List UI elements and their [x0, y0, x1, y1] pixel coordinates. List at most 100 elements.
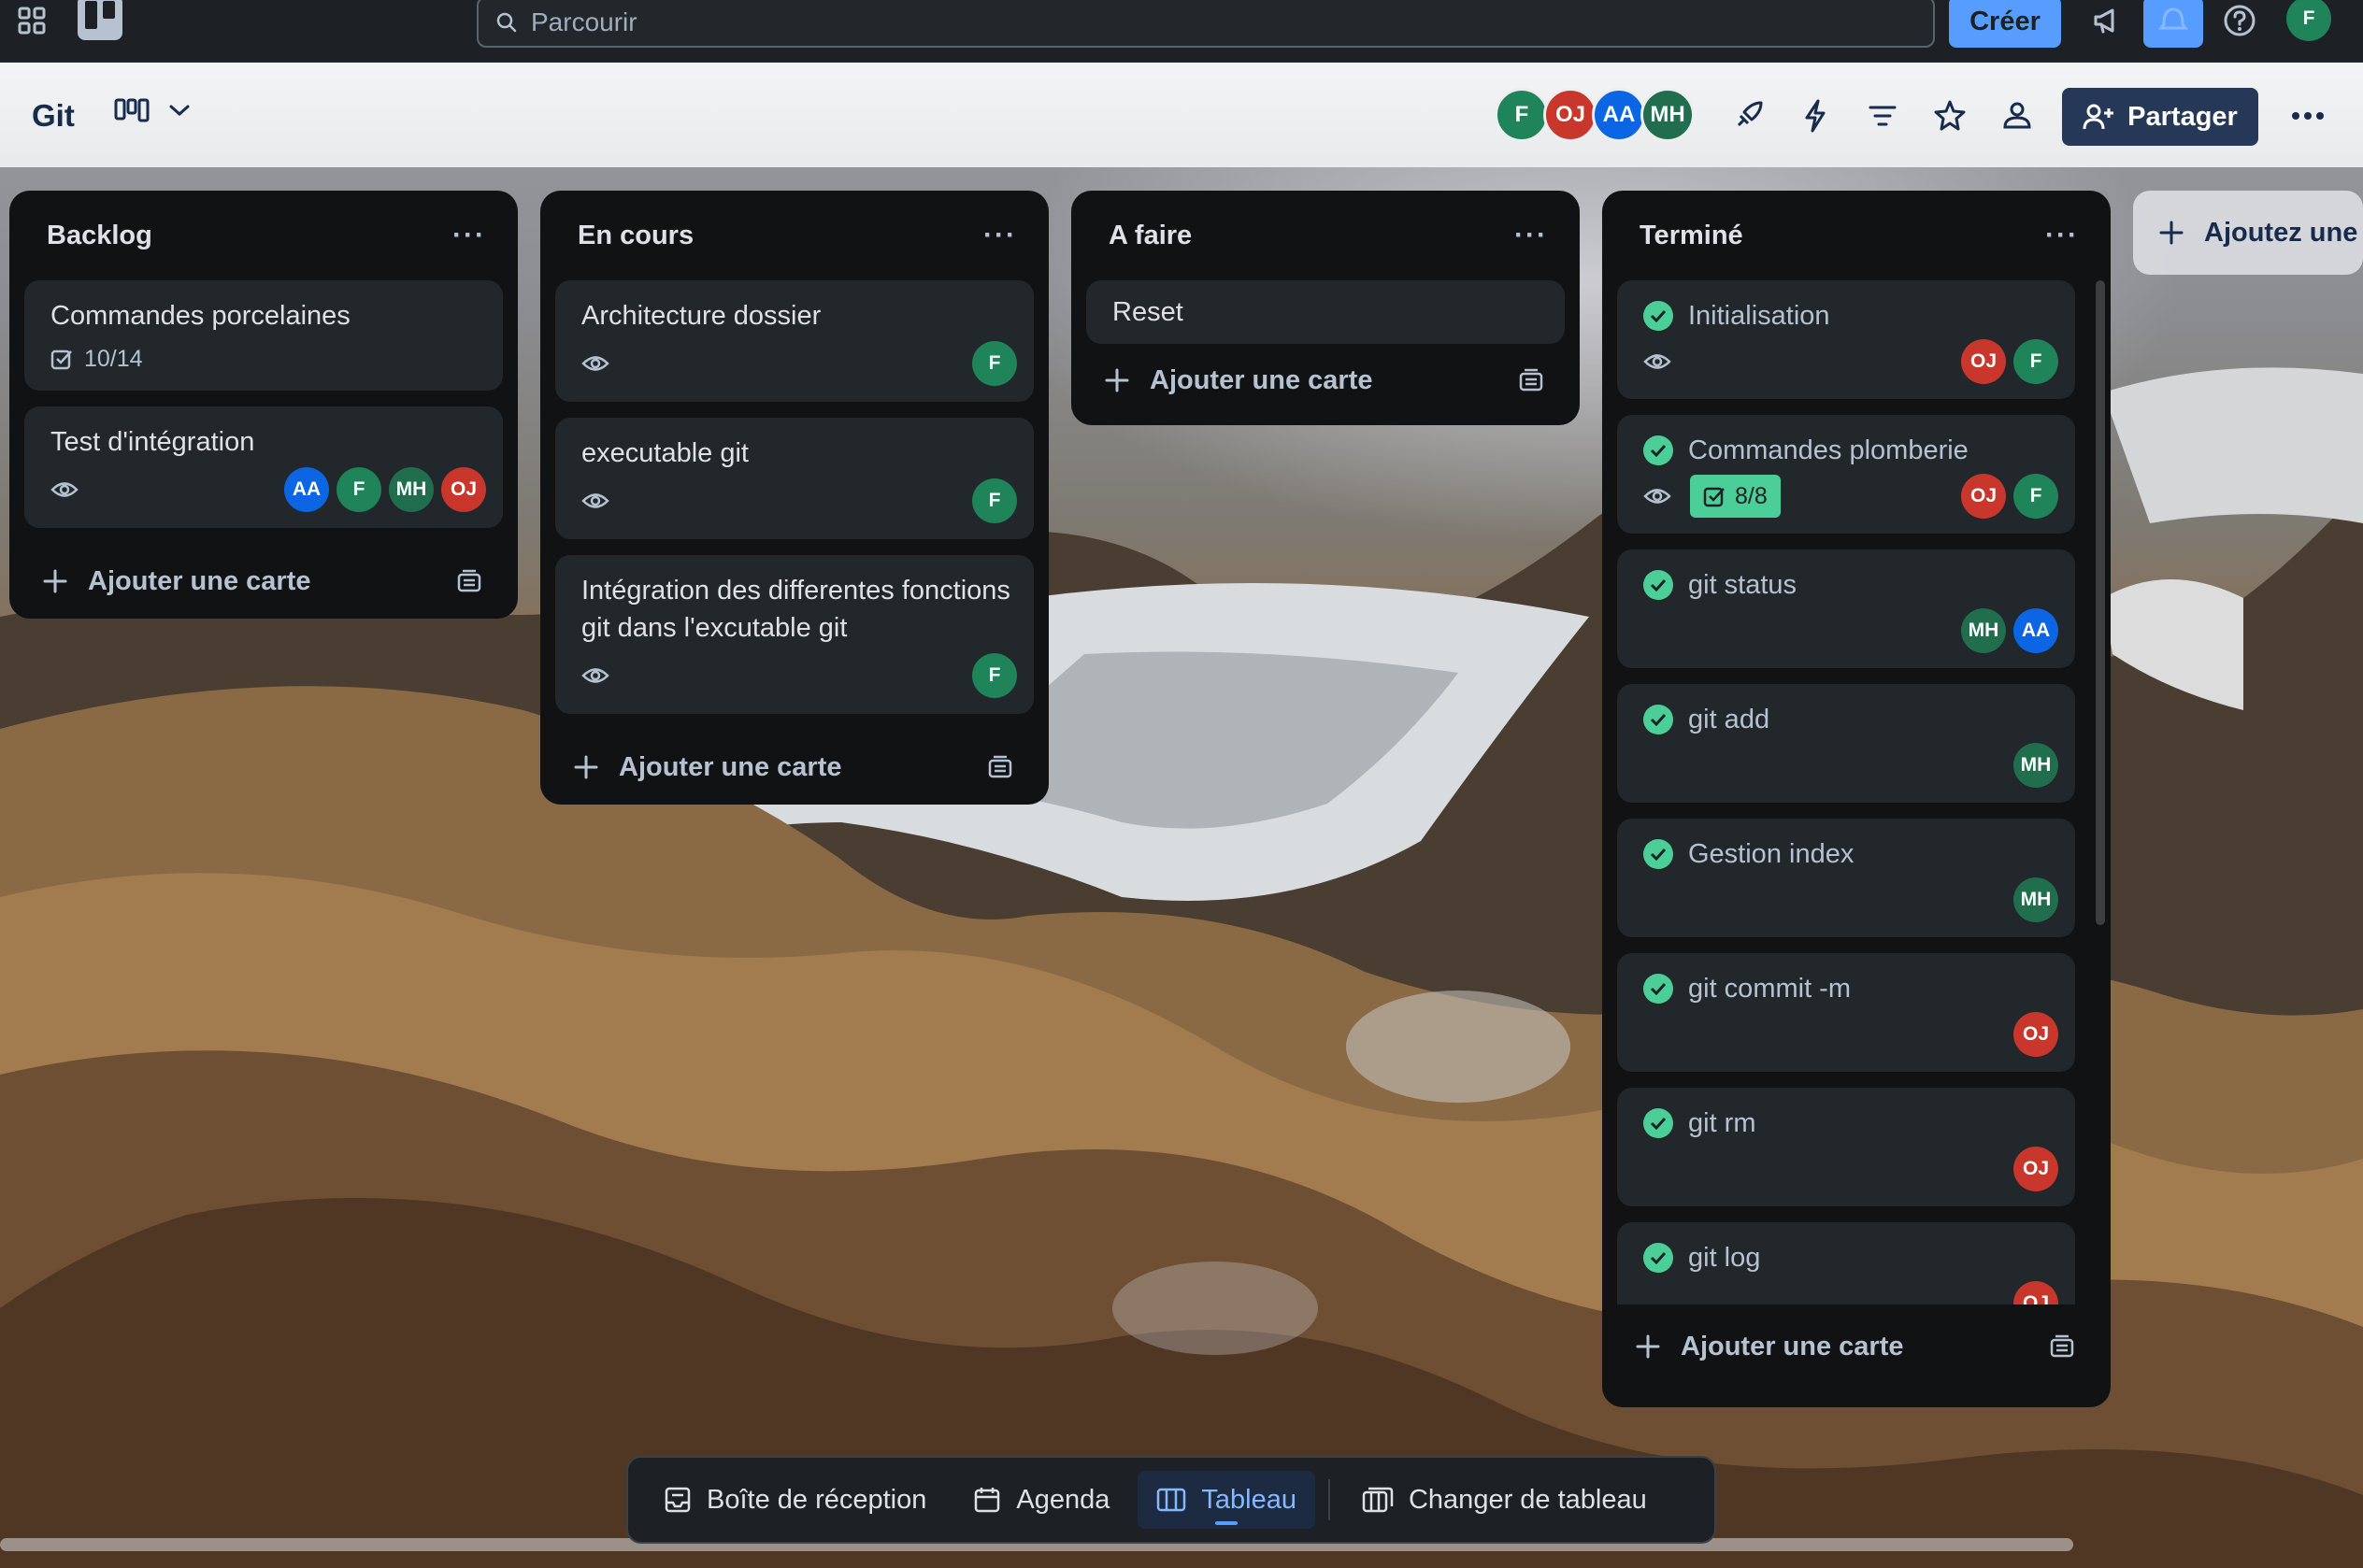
- inbox-tab[interactable]: Boîte de réception: [645, 1471, 945, 1529]
- member-avatar[interactable]: OJ: [1961, 474, 2006, 519]
- card[interactable]: Reset: [1086, 280, 1565, 344]
- board-tab[interactable]: Tableau: [1138, 1471, 1315, 1529]
- member-avatar[interactable]: MH: [1640, 88, 1695, 142]
- power-ups-icon[interactable]: [1729, 97, 1767, 135]
- share-button[interactable]: Partager: [2062, 88, 2258, 146]
- list-title[interactable]: En cours: [578, 221, 694, 251]
- card[interactable]: Intégration des differentes fonctions gi…: [555, 555, 1034, 714]
- card[interactable]: git status MH AA: [1617, 549, 2075, 668]
- member-avatar[interactable]: OJ: [1961, 339, 2006, 384]
- search-bar[interactable]: [477, 0, 1935, 48]
- view-switcher[interactable]: [114, 98, 191, 122]
- board-icon: [1157, 1488, 1186, 1512]
- filter-icon[interactable]: [1864, 97, 1901, 135]
- add-list-button[interactable]: Ajoutez une: [2133, 191, 2363, 275]
- member-avatar[interactable]: OJ: [2013, 1147, 2058, 1191]
- member-avatar[interactable]: AA: [2013, 608, 2058, 653]
- switch-board-tab[interactable]: Changer de tableau: [1343, 1471, 1666, 1529]
- app-switcher-icon[interactable]: [15, 4, 49, 37]
- member-avatar[interactable]: F: [2013, 339, 2058, 384]
- board-view-icon: [114, 98, 150, 122]
- card[interactable]: git add MH: [1617, 684, 2075, 803]
- create-button[interactable]: Créer: [1949, 0, 2061, 48]
- card[interactable]: executable git F: [555, 418, 1034, 539]
- check-circle-icon[interactable]: [1643, 1108, 1673, 1138]
- template-icon[interactable]: [456, 569, 482, 593]
- card[interactable]: git rm OJ: [1617, 1088, 2075, 1206]
- check-circle-icon[interactable]: [1643, 1243, 1673, 1273]
- member-avatar[interactable]: MH: [1961, 608, 2006, 653]
- user-avatar[interactable]: F: [2286, 0, 2331, 41]
- star-icon[interactable]: [1931, 97, 1969, 135]
- template-icon[interactable]: [1518, 368, 1544, 392]
- member-avatar[interactable]: F: [2013, 474, 2058, 519]
- card-title: Gestion index: [1688, 839, 1855, 869]
- share-label: Partager: [2127, 101, 2238, 132]
- card[interactable]: Commandes plomberie 8/8 OJ F: [1617, 415, 2075, 534]
- check-circle-icon[interactable]: [1643, 974, 1673, 1004]
- announcement-icon[interactable]: [2086, 0, 2127, 41]
- check-circle-icon[interactable]: [1643, 839, 1673, 869]
- member-avatar[interactable]: MH: [2013, 877, 2058, 922]
- list-menu-icon[interactable]: ···: [1514, 220, 1548, 251]
- board-title[interactable]: Git: [32, 98, 75, 134]
- list-cards-scroll-area: Initialisation OJ F Commandes plomberie …: [1617, 280, 2075, 1304]
- card-title: git commit -m: [1688, 974, 1851, 1004]
- member-avatar[interactable]: AA: [1592, 88, 1646, 142]
- template-icon[interactable]: [2049, 1334, 2075, 1359]
- check-circle-icon[interactable]: [1643, 705, 1673, 734]
- member-avatar[interactable]: OJ: [2013, 1012, 2058, 1057]
- automation-icon[interactable]: [1797, 97, 1834, 135]
- add-card-button[interactable]: Ajouter une carte: [24, 544, 503, 619]
- list-menu-icon[interactable]: ···: [2045, 220, 2079, 251]
- card[interactable]: Initialisation OJ F: [1617, 280, 2075, 399]
- member-avatar[interactable]: MH: [2013, 743, 2058, 788]
- list-title[interactable]: Terminé: [1640, 221, 1743, 251]
- add-card-button[interactable]: Ajouter une carte: [1086, 352, 1565, 414]
- list-title[interactable]: A faire: [1109, 221, 1192, 251]
- member-avatar[interactable]: F: [1495, 88, 1549, 142]
- member-avatar[interactable]: F: [337, 467, 381, 512]
- template-icon[interactable]: [987, 755, 1013, 779]
- list-backlog[interactable]: Backlog ··· Commandes porcelaines 10/14 …: [9, 191, 518, 619]
- list-title[interactable]: Backlog: [47, 221, 152, 251]
- card[interactable]: Test d'intégration AA F MH OJ: [24, 406, 503, 528]
- card[interactable]: Commandes porcelaines 10/14: [24, 280, 503, 391]
- trello-logo-icon[interactable]: [77, 0, 123, 41]
- list-menu-icon[interactable]: ···: [452, 220, 486, 251]
- list-en-cours[interactable]: En cours ··· Architecture dossier F exec…: [540, 191, 1049, 805]
- list-menu-icon[interactable]: ···: [983, 220, 1017, 251]
- list-scrollbar[interactable]: [2096, 280, 2105, 925]
- card[interactable]: git commit -m OJ: [1617, 953, 2075, 1072]
- member-avatar[interactable]: MH: [389, 467, 434, 512]
- list-termine[interactable]: Terminé ··· Initialisation OJ F Commande…: [1602, 191, 2111, 1407]
- member-avatar[interactable]: OJ: [2013, 1281, 2058, 1304]
- plus-icon: [2159, 221, 2184, 245]
- help-icon[interactable]: [2221, 2, 2258, 39]
- check-circle-icon[interactable]: [1643, 570, 1673, 600]
- member-avatar[interactable]: OJ: [441, 467, 486, 512]
- member-avatar[interactable]: F: [972, 478, 1017, 523]
- agenda-tab[interactable]: Agenda: [954, 1471, 1128, 1529]
- member-avatar[interactable]: AA: [284, 467, 329, 512]
- notifications-button[interactable]: [2143, 0, 2203, 48]
- chevron-down-icon: [169, 105, 190, 117]
- card-title: Commandes plomberie: [1688, 435, 1969, 465]
- board-header: Git F OJ AA MH Partager: [0, 63, 2363, 167]
- board-members[interactable]: F OJ AA MH: [1495, 88, 1695, 142]
- card[interactable]: Architecture dossier F: [555, 280, 1034, 402]
- check-circle-icon[interactable]: [1643, 301, 1673, 331]
- check-circle-icon[interactable]: [1643, 435, 1673, 465]
- member-avatar[interactable]: F: [972, 653, 1017, 698]
- member-avatar[interactable]: OJ: [1543, 88, 1597, 142]
- visibility-workspace-icon[interactable]: [1998, 97, 2036, 135]
- add-card-button[interactable]: Ajouter une carte: [1617, 1304, 2096, 1389]
- add-card-button[interactable]: Ajouter une carte: [555, 730, 1034, 805]
- search-input[interactable]: [531, 7, 1840, 37]
- member-avatar[interactable]: F: [972, 341, 1017, 386]
- list-a-faire[interactable]: A faire ··· Reset Ajouter une carte: [1071, 191, 1580, 425]
- card[interactable]: Gestion index MH: [1617, 819, 2075, 937]
- more-options-icon[interactable]: [2284, 97, 2331, 135]
- card[interactable]: git log OJ: [1617, 1222, 2075, 1304]
- checklist-count: 8/8: [1735, 482, 1768, 509]
